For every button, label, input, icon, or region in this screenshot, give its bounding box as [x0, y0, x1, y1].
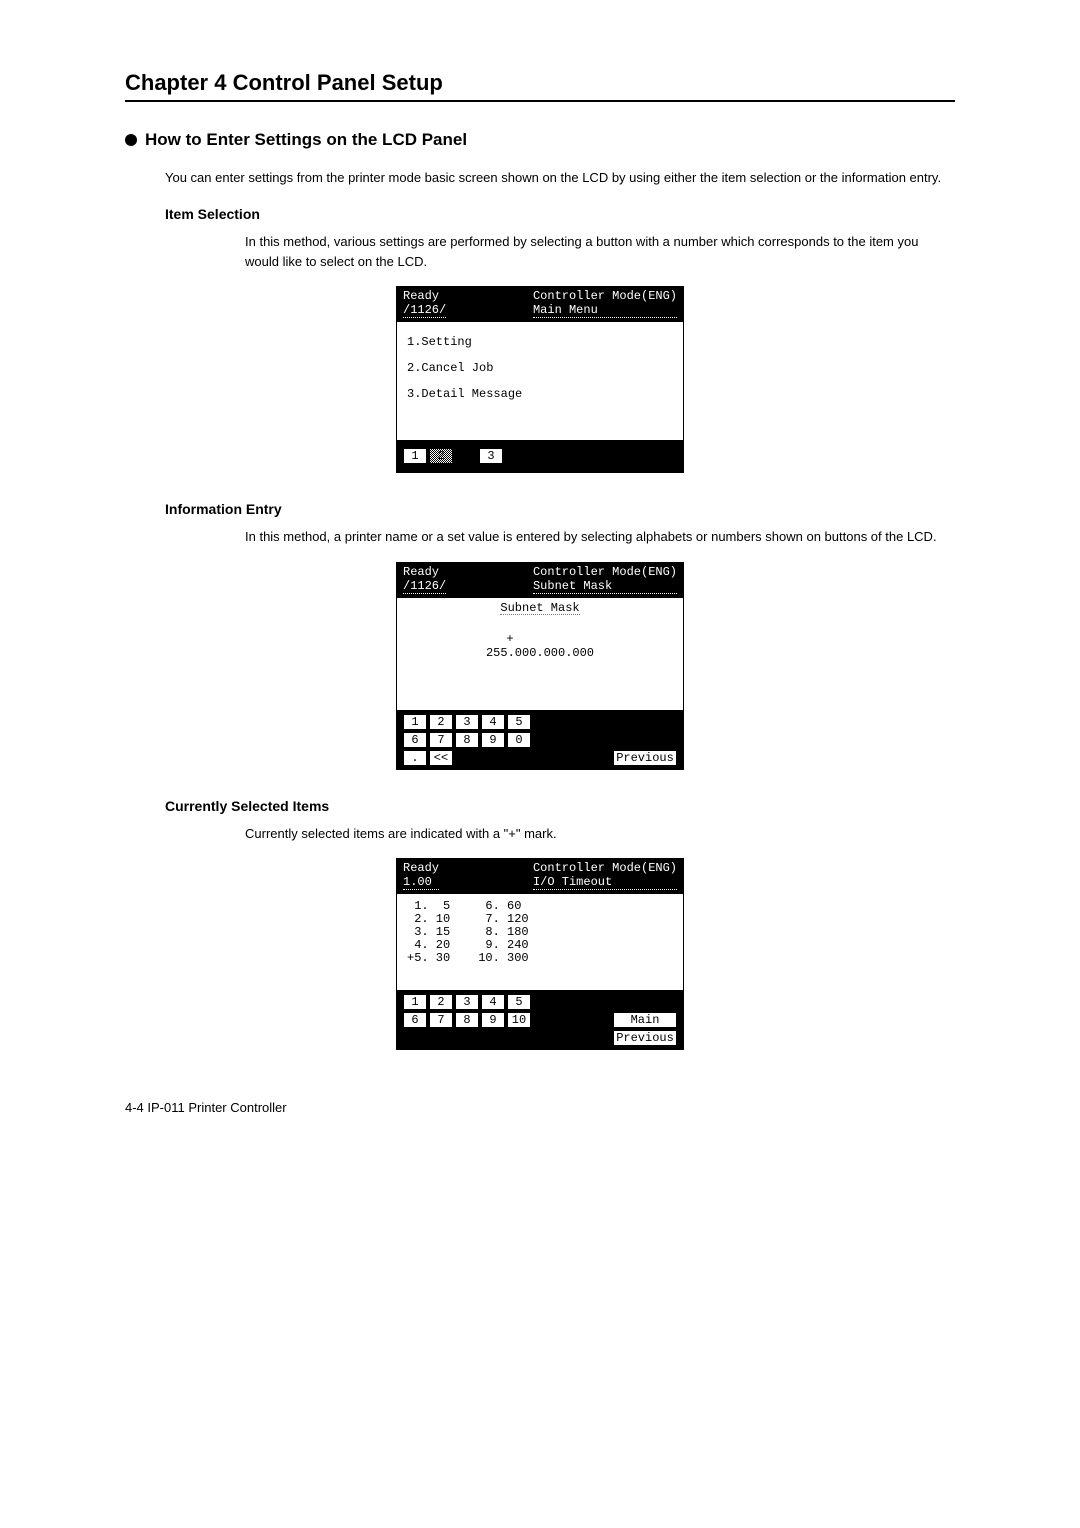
io-option: 4. 20	[407, 939, 450, 951]
key-1[interactable]: 1	[403, 994, 427, 1010]
io-right-column: 6. 60 7. 120 8. 180 9. 240 10. 300	[478, 900, 528, 982]
previous-button[interactable]: Previous	[613, 750, 677, 766]
key-7[interactable]: 7	[429, 1012, 453, 1028]
lcd-date: /1126/	[403, 580, 446, 594]
section-header: How to Enter Settings on the LCD Panel	[125, 130, 955, 150]
currently-selected-heading: Currently Selected Items	[165, 798, 955, 814]
lcd-date: 1.00	[403, 876, 439, 890]
lcd-button-strip: 1 2 3 4 5 6 7 8 9 10 M	[397, 990, 683, 1049]
lcd-header: Ready /1126/ Controller Mode(ENG) Main M…	[397, 287, 683, 322]
lcd-button-1[interactable]: 1	[403, 448, 427, 464]
lcd-screen-name: Subnet Mask	[533, 580, 677, 594]
io-option: 7. 120	[478, 913, 528, 925]
lcd-panel-item-selection: Ready /1126/ Controller Mode(ENG) Main M…	[396, 286, 684, 473]
key-0[interactable]: 0	[507, 732, 531, 748]
key-9[interactable]: 9	[481, 732, 505, 748]
key-dot[interactable]: .	[403, 750, 427, 766]
lcd-header: Ready 1.00 Controller Mode(ENG) I/O Time…	[397, 859, 683, 894]
io-option: 3. 15	[407, 926, 450, 938]
io-option: 1. 5	[407, 900, 450, 912]
lcd-screen-name: Main Menu	[533, 304, 677, 318]
menu-item: 1.Setting	[407, 336, 673, 348]
io-option: 2. 10	[407, 913, 450, 925]
key-7[interactable]: 7	[429, 732, 453, 748]
io-option: 6. 60	[478, 900, 528, 912]
entry-cursor: +	[337, 633, 683, 645]
key-6[interactable]: 6	[403, 1012, 427, 1028]
io-left-column: 1. 5 2. 10 3. 15 4. 20 +5. 30	[407, 900, 450, 982]
key-8[interactable]: 8	[455, 1012, 479, 1028]
item-selection-heading: Item Selection	[165, 206, 955, 222]
information-entry-body: In this method, a printer name or a set …	[245, 527, 955, 547]
lcd-status: Ready	[403, 566, 446, 578]
bullet-icon	[125, 134, 137, 146]
key-4[interactable]: 4	[481, 994, 505, 1010]
currently-selected-body: Currently selected items are indicated w…	[245, 824, 955, 844]
item-selection-body: In this method, various settings are per…	[245, 232, 955, 272]
lcd-mode: Controller Mode(ENG)	[533, 862, 677, 874]
section-title: How to Enter Settings on the LCD Panel	[145, 130, 467, 150]
lcd-status: Ready	[403, 290, 446, 302]
chapter-rule	[125, 100, 955, 102]
lcd-status: Ready	[403, 862, 439, 874]
key-3[interactable]: 3	[455, 714, 479, 730]
io-option: 8. 180	[478, 926, 528, 938]
entry-title: Subnet Mask	[500, 602, 579, 615]
lcd-header: Ready /1126/ Controller Mode(ENG) Subnet…	[397, 563, 683, 598]
page-footer: 4-4 IP-011 Printer Controller	[125, 1100, 955, 1115]
lcd-mode: Controller Mode(ENG)	[533, 566, 677, 578]
io-option-selected: +5. 30	[407, 952, 450, 964]
information-entry-heading: Information Entry	[165, 501, 955, 517]
lcd-body: Subnet Mask + 255.000.000.000	[397, 598, 683, 710]
key-5[interactable]: 5	[507, 994, 531, 1010]
lcd-panel-io-timeout: Ready 1.00 Controller Mode(ENG) I/O Time…	[396, 858, 684, 1050]
key-2[interactable]: 2	[429, 994, 453, 1010]
intro-text: You can enter settings from the printer …	[165, 168, 955, 188]
key-4[interactable]: 4	[481, 714, 505, 730]
lcd-button-2[interactable]: 2	[429, 448, 453, 464]
previous-button[interactable]: Previous	[613, 1030, 677, 1046]
key-2[interactable]: 2	[429, 714, 453, 730]
menu-item: 3.Detail Message	[407, 388, 673, 400]
lcd-body: 1.Setting 2.Cancel Job 3.Detail Message	[397, 322, 683, 440]
key-9[interactable]: 9	[481, 1012, 505, 1028]
io-option: 10. 300	[478, 952, 528, 964]
key-5[interactable]: 5	[507, 714, 531, 730]
entry-value: 255.000.000.000	[397, 647, 683, 659]
lcd-button-strip: 1 2 3	[397, 440, 683, 472]
key-1[interactable]: 1	[403, 714, 427, 730]
lcd-body: 1. 5 2. 10 3. 15 4. 20 +5. 30 6. 60 7. 1…	[397, 894, 683, 990]
key-3[interactable]: 3	[455, 994, 479, 1010]
menu-item: 2.Cancel Job	[407, 362, 673, 374]
key-10[interactable]: 10	[507, 1012, 531, 1028]
io-option: 9. 240	[478, 939, 528, 951]
lcd-date: /1126/	[403, 304, 446, 318]
key-8[interactable]: 8	[455, 732, 479, 748]
key-6[interactable]: 6	[403, 732, 427, 748]
lcd-screen-name: I/O Timeout	[533, 876, 677, 890]
main-menu-button[interactable]: Main Menu	[613, 1012, 677, 1028]
lcd-button-3[interactable]: 3	[479, 448, 503, 464]
lcd-button-strip: 1 2 3 4 5 6 7 8 9 0 .	[397, 710, 683, 769]
chapter-title: Chapter 4 Control Panel Setup	[125, 70, 955, 96]
lcd-panel-information-entry: Ready /1126/ Controller Mode(ENG) Subnet…	[396, 562, 684, 770]
lcd-mode: Controller Mode(ENG)	[533, 290, 677, 302]
key-backspace[interactable]: <<	[429, 750, 453, 766]
